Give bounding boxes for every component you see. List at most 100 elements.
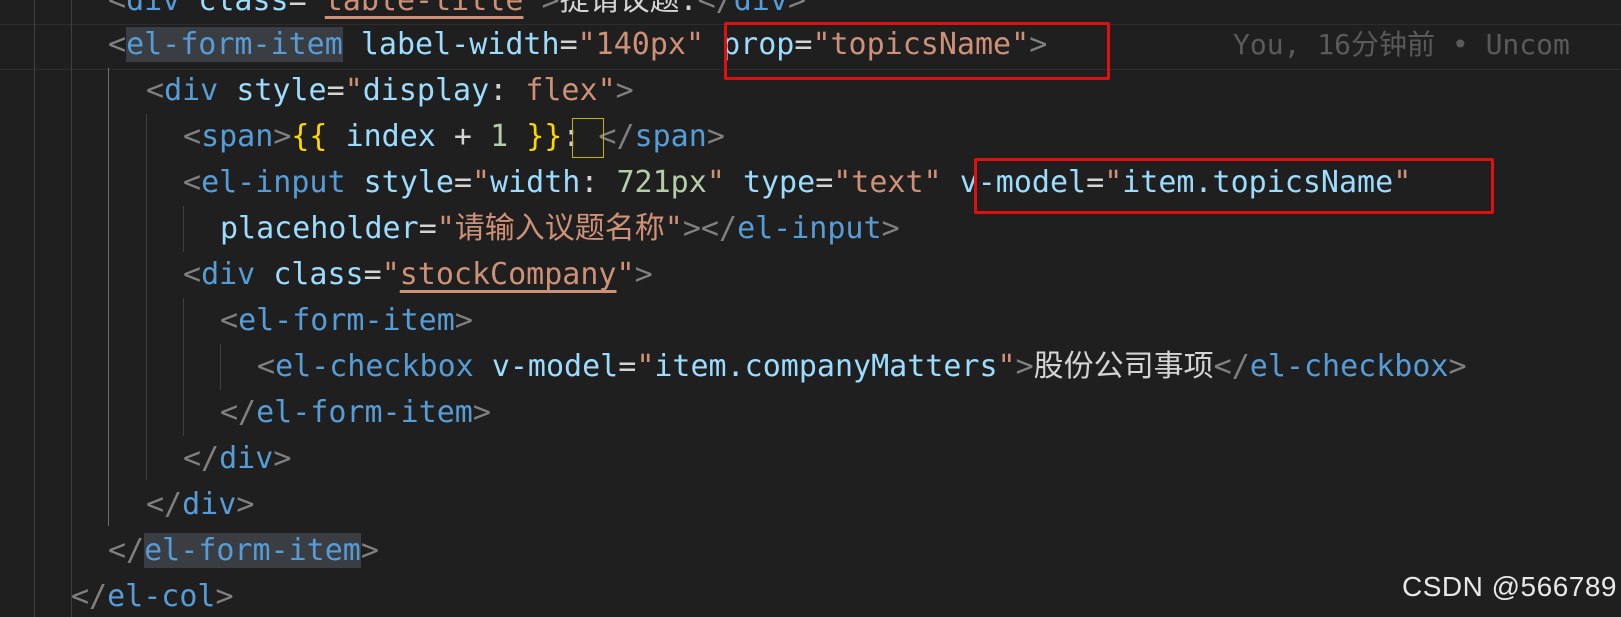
code-token: < [108, 0, 127, 18]
code-token: " [616, 257, 635, 292]
code-token: > [706, 119, 725, 154]
code-token: > [634, 257, 653, 292]
code-token: "请输入议题名称" [436, 211, 683, 246]
code-token: ></ [682, 211, 738, 246]
code-token: < [257, 349, 276, 384]
code-token: table-title [324, 0, 524, 18]
code-token: > [881, 211, 900, 246]
code-token: = [453, 165, 472, 200]
code-line[interactable]: </el-form-item> [220, 390, 491, 436]
code-token: width [490, 165, 581, 200]
code-token: </ [71, 579, 108, 614]
code-line[interactable]: <el-checkbox v-model="item.companyMatter… [257, 344, 1467, 390]
code-token: </ [108, 533, 145, 568]
code-line[interactable]: <div class="stockCompany"> [183, 252, 653, 298]
code-token: < [108, 27, 127, 62]
code-line[interactable]: <span>{{ index + 1 }}: </span> [183, 114, 725, 160]
code-token: el-input [737, 211, 882, 246]
code-token: el-form-item [256, 395, 473, 430]
code-token: index [345, 119, 436, 154]
highlight-box-prop [724, 22, 1110, 80]
code-token: : [580, 165, 617, 200]
code-token: = [618, 349, 637, 384]
code-token: </ [1213, 349, 1250, 384]
code-editor[interactable]: <div class="table-title">提请议题:</div> <el… [0, 0, 1621, 617]
code-line[interactable]: <el-form-item> [220, 298, 473, 344]
code-token: type [742, 165, 816, 200]
code-token: > [454, 303, 473, 338]
code-line[interactable]: </el-col> [71, 574, 234, 617]
indent-guide [183, 298, 184, 436]
indent-guide [108, 68, 109, 526]
code-token: 721px [616, 165, 707, 200]
code-token: div [201, 257, 256, 292]
indent-guide [146, 114, 147, 480]
code-line[interactable]: </div> [146, 482, 254, 528]
code-token: = [559, 27, 578, 62]
indent-guide [71, 0, 72, 617]
code-token: </ [697, 0, 734, 18]
code-token: < [183, 165, 202, 200]
code-token: div [182, 487, 237, 522]
code-token: > [615, 73, 634, 108]
code-token: span [201, 119, 274, 154]
code-token: style [363, 165, 454, 200]
bracket-match-indicator [572, 118, 604, 158]
code-token: class [198, 0, 289, 18]
indent-guide [220, 344, 221, 390]
code-token: "text" [833, 165, 942, 200]
code-token: placeholder [220, 211, 419, 246]
git-blame-annotation: You, 16分钟前 • Uncom [1233, 28, 1570, 61]
code-token: > [1448, 349, 1467, 384]
code-token: " [306, 0, 325, 18]
code-token: el-form-item [144, 533, 361, 568]
code-token: el-checkbox [275, 349, 474, 384]
code-line[interactable]: <div class="table-title">提请议题:</div> [108, 0, 806, 24]
code-token: " [636, 349, 655, 384]
code-token: " [597, 73, 616, 108]
code-token: }} [526, 119, 563, 154]
code-token: el-checkbox [1249, 349, 1449, 384]
code-token: " [472, 165, 491, 200]
code-token: < [183, 119, 202, 154]
code-line[interactable]: placeholder="请输入议题名称"></el-input> [220, 206, 900, 252]
code-token: > [273, 441, 292, 476]
code-token: item.companyMatters [654, 349, 998, 384]
watermark: CSDN @566789 [1402, 571, 1617, 602]
code-line[interactable]: </div> [183, 436, 291, 482]
code-token: "140px" [577, 27, 705, 62]
code-line[interactable]: </el-form-item> [108, 528, 379, 574]
code-token: < [220, 303, 239, 338]
code-token: > [472, 395, 491, 430]
code-token: 股份公司事项 [1033, 349, 1214, 384]
code-token: flex [525, 73, 598, 108]
indent-guide [183, 206, 184, 252]
code-token: div [733, 0, 788, 18]
code-token: v-model [491, 349, 619, 384]
code-token: " [706, 165, 725, 200]
code-token: > [273, 119, 292, 154]
code-token: {{ [291, 119, 328, 154]
code-token: el-form-item [126, 27, 343, 62]
code-token: > [236, 487, 255, 522]
code-token: label-width [360, 27, 560, 62]
code-token: < [183, 257, 202, 292]
code-token: </ [220, 395, 257, 430]
code-token: div [126, 0, 181, 18]
code-line[interactable]: <div style="display: flex"> [146, 68, 634, 114]
highlight-box-v-model [974, 158, 1494, 214]
code-token: div [164, 73, 219, 108]
code-token: + [435, 119, 491, 154]
code-token: " [381, 257, 400, 292]
code-token: div [219, 441, 274, 476]
code-token: < [146, 73, 165, 108]
